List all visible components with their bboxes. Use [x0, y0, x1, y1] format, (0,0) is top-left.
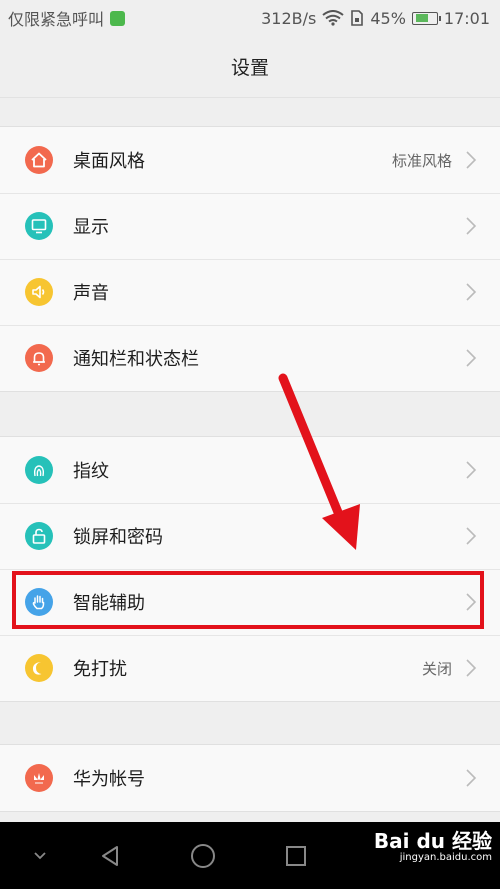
battery-percent: 45% — [370, 8, 406, 28]
settings-item-label: 桌面风格 — [73, 151, 145, 172]
speaker-icon — [25, 278, 53, 306]
chevron-right-icon — [466, 527, 477, 545]
home-button[interactable] — [178, 822, 228, 889]
chevron-right-icon — [466, 151, 477, 169]
settings-group-account: 华为帐号 — [0, 744, 500, 812]
settings-item-label: 华为帐号 — [73, 769, 145, 790]
recents-button[interactable] — [271, 822, 321, 889]
app-notification-icon — [110, 10, 126, 26]
chevron-right-icon — [466, 217, 477, 235]
settings-item-label: 免打扰 — [73, 659, 127, 680]
huawei-icon — [25, 764, 53, 792]
chevron-right-icon — [466, 593, 477, 611]
settings-item-desktop-style[interactable]: 桌面风格 标准风格 — [0, 127, 500, 193]
settings-item-label: 指纹 — [73, 461, 109, 482]
back-button[interactable] — [85, 822, 135, 889]
chevron-right-icon — [466, 461, 477, 479]
wifi-icon — [322, 10, 344, 26]
battery-icon — [411, 11, 441, 25]
settings-item-label: 锁屏和密码 — [73, 527, 163, 548]
status-bar: 仅限紧急呼叫 312B/s 45% 17:01 — [0, 0, 500, 36]
settings-item-label: 显示 — [73, 217, 109, 238]
chevron-right-icon — [466, 659, 477, 677]
hide-nav-button[interactable] — [15, 822, 65, 889]
lock-icon — [25, 522, 53, 550]
hand-icon — [25, 588, 53, 616]
settings-item-sound[interactable]: 声音 — [0, 259, 500, 325]
network-speed: 312B/s — [261, 8, 317, 28]
recents-square-icon — [286, 845, 306, 866]
settings-item-smart-assist[interactable]: 智能辅助 — [0, 569, 500, 635]
clock: 17:01 — [443, 8, 490, 28]
settings-group-display: 桌面风格 标准风格 显示 声音 通知栏和状态栏 — [0, 126, 500, 392]
settings-item-lock-screen[interactable]: 锁屏和密码 — [0, 503, 500, 569]
settings-item-fingerprint[interactable]: 指纹 — [0, 437, 500, 503]
home-icon — [25, 146, 53, 174]
settings-item-value: 标准风格 — [391, 151, 452, 170]
settings-item-label: 通知栏和状态栏 — [73, 349, 199, 370]
settings-item-label: 智能辅助 — [73, 593, 145, 614]
chevron-right-icon — [466, 283, 477, 301]
settings-item-label: 声音 — [73, 283, 109, 304]
settings-item-huawei-account[interactable]: 华为帐号 — [0, 745, 500, 811]
fingerprint-icon — [25, 456, 53, 484]
settings-item-display[interactable]: 显示 — [0, 193, 500, 259]
watermark-main: Bai du 经验 — [373, 829, 492, 853]
settings-group-security: 指纹 锁屏和密码 智能辅助 免打扰 关闭 — [0, 436, 500, 702]
page-title-bar: 设置 — [0, 36, 500, 98]
back-triangle-icon — [102, 845, 118, 866]
chevron-down-icon — [34, 851, 46, 859]
sim-icon — [351, 10, 364, 26]
chevron-right-icon — [466, 769, 477, 787]
settings-item-notification-bar[interactable]: 通知栏和状态栏 — [0, 325, 500, 391]
chevron-right-icon — [466, 349, 477, 367]
bell-icon — [25, 344, 53, 372]
watermark-sub: jingyan.baidu.com — [399, 852, 492, 863]
navigation-bar: Bai du 经验 jingyan.baidu.com — [0, 822, 500, 889]
baidu-watermark: Bai du 经验 jingyan.baidu.com — [374, 830, 492, 863]
page-title: 设置 — [230, 57, 269, 79]
carrier-text: 仅限紧急呼叫 — [8, 10, 105, 29]
display-icon — [25, 212, 53, 240]
settings-item-do-not-disturb[interactable]: 免打扰 关闭 — [0, 635, 500, 701]
moon-icon — [25, 654, 53, 682]
settings-item-value: 关闭 — [421, 659, 452, 678]
home-circle-icon — [191, 843, 215, 868]
